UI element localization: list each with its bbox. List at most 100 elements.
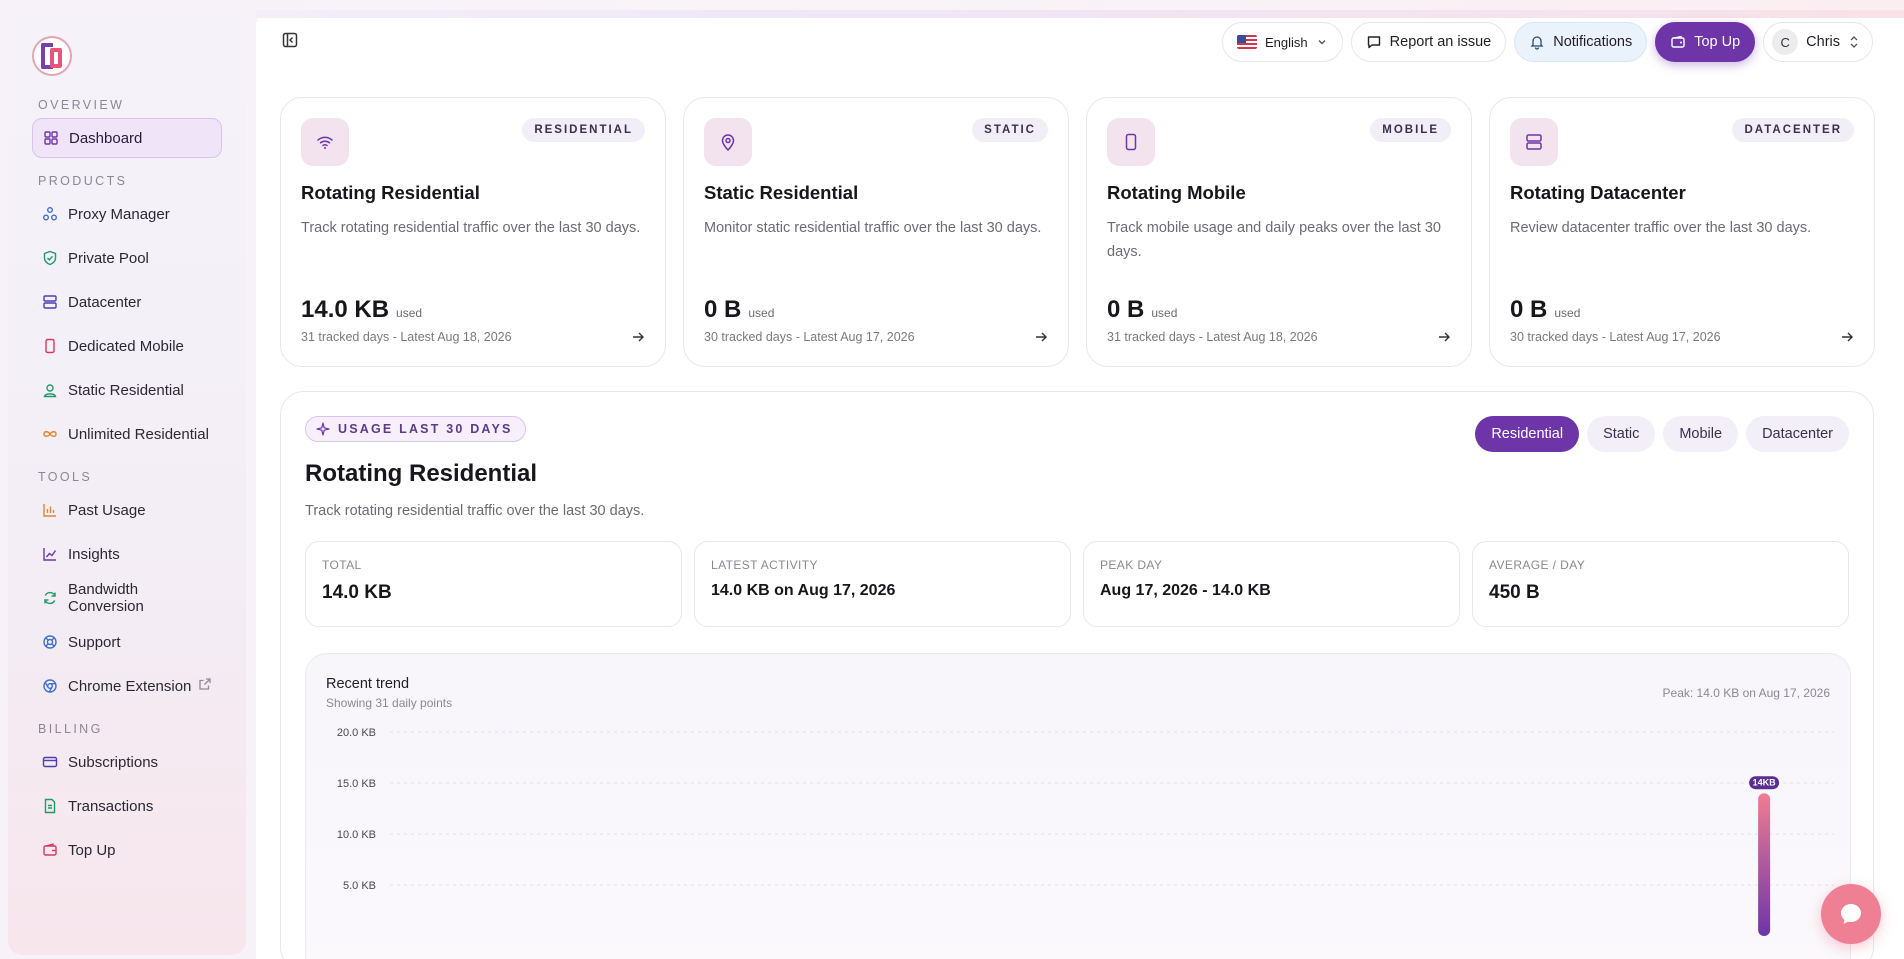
sidebar-item-chrome-extension[interactable]: Chrome Extension [32,666,222,706]
card-description: Track mobile usage and daily peaks over … [1107,220,1441,260]
card-title: Static Residential [704,182,859,203]
sidebar-item-unlimited-residential[interactable]: Unlimited Residential [32,414,222,454]
sidebar-item-dashboard[interactable]: Dashboard [32,118,222,158]
user-pin-icon [42,382,58,398]
arrow-right-icon[interactable] [1840,330,1854,349]
grid-icon [43,130,59,146]
card-usage-value: 0 B [1510,296,1548,323]
stat-label: AVERAGE / DAY [1489,558,1586,572]
sidebar-item-top-up[interactable]: Top Up [32,830,222,870]
chevron-down-icon [1318,40,1326,45]
card-usage: 0 B used [704,296,774,324]
server-icon [42,294,58,310]
product-card[interactable]: STATIC Static Residential Monitor static… [683,97,1069,367]
external-link-icon [198,677,212,695]
sidebar-item-subscriptions[interactable]: Subscriptions [32,742,222,782]
stat-label: TOTAL [322,558,362,572]
smartphone-icon [1107,118,1155,166]
sidebar-item-insights[interactable]: Insights [32,534,222,574]
card-usage: 14.0 KB used [301,296,422,324]
product-card[interactable]: RESIDENTIAL Rotating Residential Track r… [280,97,666,367]
sidebar-item-bandwidth-conversion[interactable]: Bandwidth Conversion [32,578,222,618]
card-meta: 30 tracked days - Latest Aug 17, 2026 [1510,330,1721,344]
user-name: Chris [1806,34,1840,50]
avatar: C [1772,29,1799,55]
receipt-icon [42,798,58,814]
sidebar-section: OVERVIEW Dashboard [24,98,230,158]
sidebar-section-title: BILLING [38,722,103,736]
sidebar-item-label: Subscriptions [68,753,159,771]
y-tick-label: 15.0 KB [337,778,376,790]
notifications-button[interactable]: Notifications [1514,22,1648,62]
arrow-right-icon[interactable] [1034,330,1048,349]
product-tabs: Residential Static Mobile Datacenter [1475,416,1849,452]
chat-button[interactable] [1821,884,1881,944]
card-title: Rotating Datacenter [1510,182,1686,203]
sidebar-item-datacenter[interactable]: Datacenter [32,282,222,322]
chevron-updown-icon [1850,36,1858,48]
card-badge: RESIDENTIAL [522,118,645,142]
server-icon [1510,118,1558,166]
sidebar-item-past-usage[interactable]: Past Usage [32,490,222,530]
sidebar-item-dedicated-mobile[interactable]: Dedicated Mobile [32,326,222,366]
sidebar-item-proxy-manager[interactable]: Proxy Manager [32,194,222,234]
sidebar-collapse-icon[interactable] [282,32,300,50]
tab-datacenter[interactable]: Datacenter [1746,416,1849,452]
wifi-icon [301,118,349,166]
arrow-right-icon[interactable] [631,330,645,349]
stat-value: 14.0 KB on Aug 17, 2026 [711,582,896,599]
trend-chart: 20.0 KB 15.0 KB 10.0 KB 5.0 KB 14KB [337,727,1834,936]
top-up-button[interactable]: Top Up [1655,22,1756,62]
card-usage-value: 0 B [704,296,742,323]
smartphone-icon [42,338,58,354]
chat-bubble-icon [1841,904,1861,924]
product-card[interactable]: MOBILE Rotating Mobile Track mobile usag… [1086,97,1472,367]
report-issue-label: Report an issue [1389,34,1492,50]
card-usage: 0 B used [1510,296,1580,324]
report-issue-button[interactable]: Report an issue [1350,22,1507,62]
card-badge: DATACENTER [1732,118,1854,142]
sidebar-item-label: Dedicated Mobile [68,337,184,355]
tab-mobile[interactable]: Mobile [1663,416,1739,452]
wallet-icon [42,842,58,858]
main-panel: English Report an issue Notifications To… [256,10,1904,959]
card-title: Rotating Residential [301,182,480,203]
stat-value: Aug 17, 2026 - 14.0 KB [1100,582,1271,599]
product-card[interactable]: DATACENTER Rotating Datacenter Review da… [1489,97,1875,367]
sidebar-item-support[interactable]: Support [32,622,222,662]
user-menu[interactable]: C Chris [1763,22,1873,62]
sparkle-icon [316,422,330,436]
card-usage-unit: used [1151,306,1178,320]
sidebar-item-transactions[interactable]: Transactions [32,786,222,826]
network-icon [42,206,58,222]
infinity-icon [42,426,58,442]
message-icon [1367,36,1380,49]
card-usage: 0 B used [1107,296,1177,324]
card-meta: 30 tracked days - Latest Aug 17, 2026 [704,330,915,344]
language-label: English [1265,34,1308,50]
card-description: Review datacenter traffic over the last … [1510,220,1812,236]
sidebar-item-private-pool[interactable]: Private Pool [32,238,222,278]
trend-chart-panel: Recent trend Showing 31 daily points Pea… [305,653,1851,959]
card-meta: 31 tracked days - Latest Aug 18, 2026 [301,330,512,344]
sidebar-section-title: TOOLS [38,470,93,484]
card-title: Rotating Mobile [1107,182,1246,203]
tab-residential[interactable]: Residential [1475,416,1580,452]
sidebar-item-label: Static Residential [68,381,184,399]
map-pin-icon [704,118,752,166]
language-select[interactable]: English [1222,22,1343,62]
brand-logo[interactable] [32,36,72,76]
card-meta: 31 tracked days - Latest Aug 18, 2026 [1107,330,1318,344]
y-tick-label: 5.0 KB [343,880,376,892]
tab-static[interactable]: Static [1587,416,1656,452]
arrow-right-icon[interactable] [1437,330,1451,349]
usage-tag: USAGE LAST 30 DAYS [305,416,526,442]
sidebar-item-static-residential[interactable]: Static Residential [32,370,222,410]
chart-bar[interactable] [1758,793,1771,936]
sidebar-item-label: Dashboard [69,129,143,147]
usage-title: Rotating Residential [305,460,538,487]
card-badge: STATIC [972,118,1048,142]
sidebar-item-label: Past Usage [68,501,146,519]
card-usage-value: 0 B [1107,296,1145,323]
sidebar-item-label: Support [68,633,121,651]
